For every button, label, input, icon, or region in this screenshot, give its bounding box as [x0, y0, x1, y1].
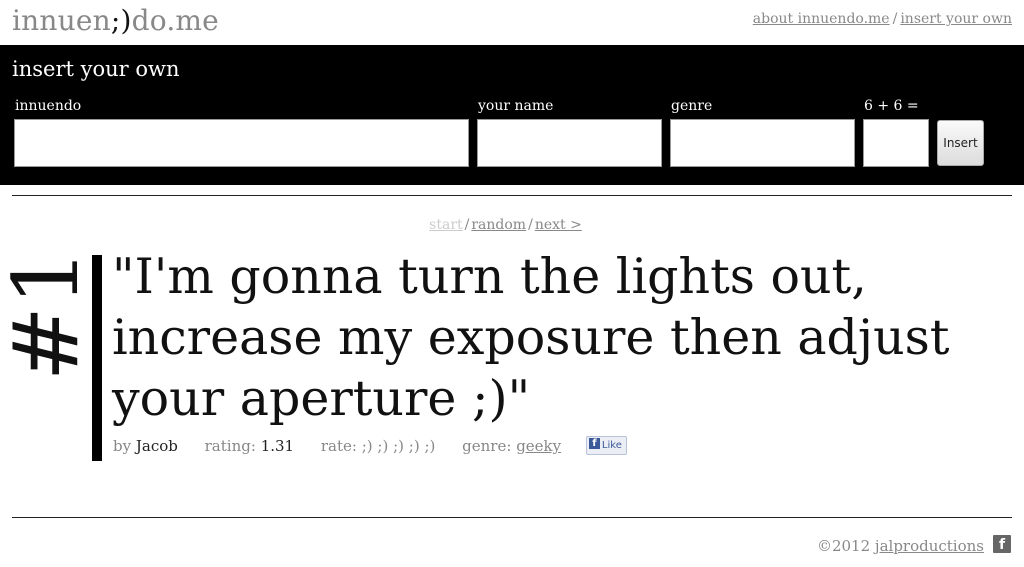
footer: ©2012 jalproductions: [817, 537, 984, 555]
like-label: Like: [601, 439, 622, 451]
quote-bar: [92, 255, 102, 461]
site-logo[interactable]: innuen;)do.me: [12, 4, 219, 37]
rate-label: rate:: [320, 437, 357, 455]
genre-meta-label: genre:: [462, 437, 512, 455]
form-title: insert your own: [12, 57, 180, 81]
your-name-label: your name: [478, 98, 554, 114]
logo-text-start: innuen: [12, 4, 111, 37]
pager: start / random / next >: [0, 217, 1011, 233]
top-nav: about innuendo.me / insert your own: [753, 11, 1012, 27]
facebook-icon[interactable]: f: [993, 535, 1011, 553]
facebook-like-icon: f: [588, 438, 600, 449]
rate-option-1[interactable]: ;): [362, 437, 373, 455]
entry-meta: by Jacob rating: 1.31 rate: ;) ;) ;) ;) …: [113, 435, 627, 457]
rate-option-5[interactable]: ;): [424, 437, 435, 455]
pager-separator: /: [528, 217, 533, 233]
entry-rank-text: #1: [0, 248, 99, 382]
pager-next-link[interactable]: next >: [535, 217, 582, 233]
innuendo-label: innuendo: [15, 98, 82, 114]
genre-label: genre: [671, 98, 713, 114]
rating-label: rating:: [204, 437, 256, 455]
top-divider: [12, 195, 1012, 196]
rating-value: 1.31: [260, 437, 295, 455]
by-label: by: [113, 437, 132, 455]
innuendo-quote: "I'm gonna turn the lights out, increase…: [112, 248, 950, 427]
insert-form: insert your own innuendo your name genre…: [0, 45, 1024, 185]
genre-input[interactable]: [670, 119, 855, 167]
captcha-label: 6 + 6 =: [864, 98, 919, 114]
rate-option-3[interactable]: ;): [393, 437, 404, 455]
about-link[interactable]: about innuendo.me: [753, 11, 890, 27]
nav-separator: /: [892, 11, 898, 27]
rate-option-4[interactable]: ;): [409, 437, 420, 455]
company-link[interactable]: jalproductions: [875, 537, 984, 555]
bottom-divider: [12, 517, 1012, 518]
your-name-input[interactable]: [477, 119, 662, 167]
logo-text-end: do.me: [131, 4, 219, 37]
genre-link[interactable]: geeky: [516, 437, 561, 455]
copyright-text: ©2012: [816, 537, 871, 555]
insert-button[interactable]: Insert: [937, 120, 984, 166]
facebook-like-button[interactable]: f Like: [585, 435, 627, 455]
pager-random-link[interactable]: random: [471, 217, 526, 233]
innuendo-input[interactable]: [14, 119, 469, 167]
captcha-input[interactable]: [863, 119, 929, 167]
rate-option-2[interactable]: ;): [377, 437, 388, 455]
author-name: Jacob: [135, 437, 178, 455]
insert-your-own-link[interactable]: insert your own: [900, 11, 1012, 27]
logo-wink: ;): [110, 4, 132, 37]
pager-start-link[interactable]: start: [429, 217, 462, 233]
pager-separator: /: [464, 217, 470, 233]
entry-rank: #1: [0, 249, 99, 382]
